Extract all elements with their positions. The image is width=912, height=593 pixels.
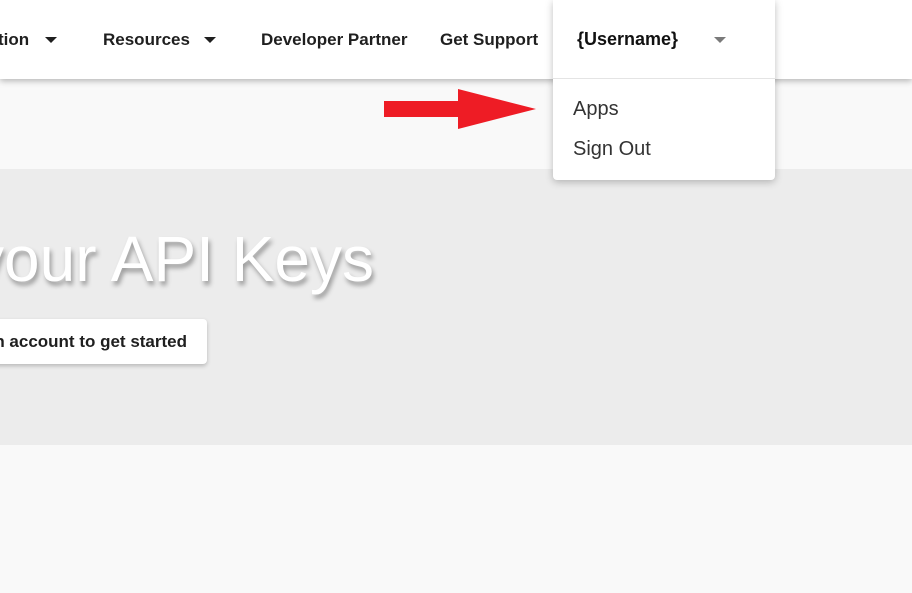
user-menu-toggle[interactable]: {Username} — [553, 0, 775, 79]
nav-item-label: Get Support — [440, 29, 539, 49]
hero-banner: your API Keys n account to get started — [0, 169, 912, 445]
username-label: {Username} — [577, 29, 679, 49]
hero-title: your API Keys — [0, 223, 374, 295]
nav-item-label: Resources — [103, 29, 190, 49]
nav-item-label: Developer Partner — [261, 29, 408, 49]
top-navbar: tion Resources Developer Partner Get Sup… — [0, 0, 912, 79]
nav-item-developer-partner[interactable]: Developer Partner — [261, 0, 407, 79]
caret-down-icon — [45, 36, 58, 43]
user-dropdown-menu: {Username} Apps Sign Out — [553, 0, 775, 180]
red-arrow-icon — [384, 89, 536, 129]
caret-down-icon — [714, 37, 726, 43]
nav-item-documentation[interactable]: tion — [0, 0, 58, 79]
arrow-shape — [384, 89, 536, 129]
nav-item-label: tion — [0, 29, 30, 49]
menu-item-sign-out[interactable]: Sign Out — [573, 138, 651, 161]
nav-item-resources[interactable]: Resources — [103, 0, 216, 79]
caret-down-icon — [203, 36, 216, 43]
get-started-button[interactable]: n account to get started — [0, 319, 207, 364]
nav-item-get-support[interactable]: Get Support — [440, 0, 538, 79]
menu-item-apps[interactable]: Apps — [573, 98, 619, 121]
